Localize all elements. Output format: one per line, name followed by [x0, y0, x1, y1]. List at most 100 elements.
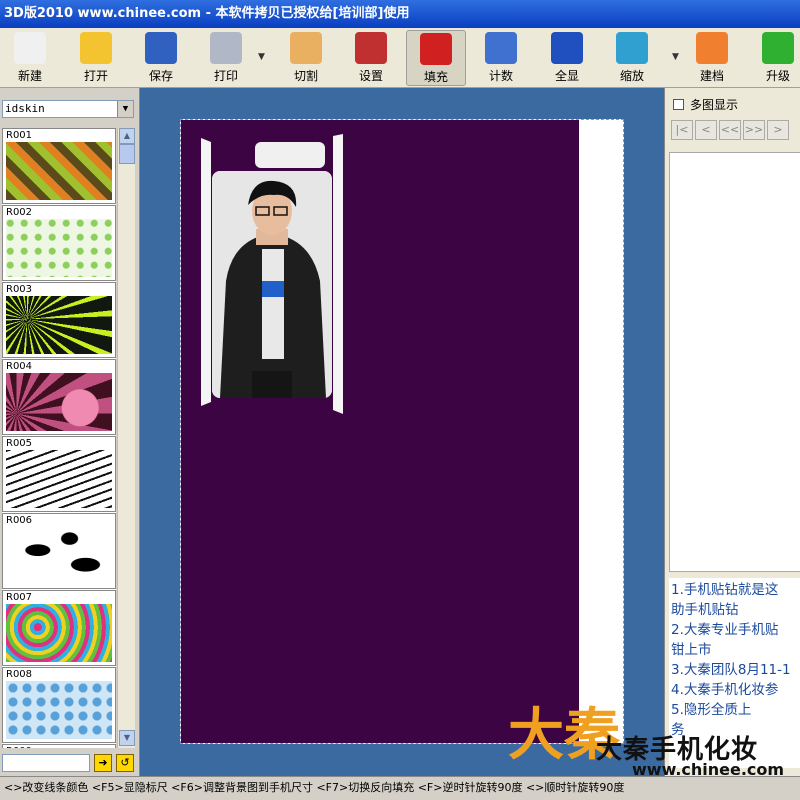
skin-select-value: idskin: [5, 102, 45, 115]
right-side-strip: [333, 134, 343, 414]
count-button[interactable]: 计数: [471, 30, 531, 86]
save-button[interactable]: 保存: [131, 30, 191, 86]
skin-thumbnail[interactable]: R009: [2, 744, 116, 748]
toolbar: 新建 打开 保存 打印 切割 设置 填充 计数 全显 缩放 建档 升级 ▼ ▼: [0, 28, 800, 88]
skin-pattern-image: [6, 219, 112, 277]
fill-button[interactable]: 填充: [406, 30, 466, 86]
refresh-icon[interactable]: ↺: [116, 754, 134, 772]
skin-thumbnail[interactable]: R006: [2, 513, 116, 589]
skin-code: R002: [5, 207, 34, 218]
print-label: 打印: [213, 69, 238, 83]
phone-sheet[interactable]: [180, 119, 624, 744]
page-nav-button[interactable]: <: [695, 120, 717, 140]
folder-icon: [80, 32, 112, 64]
settings-label: 设置: [358, 69, 383, 83]
thumbnail-scrollbar[interactable]: ▲ ▼: [117, 128, 135, 748]
skin-code: R005: [5, 438, 34, 449]
skin-thumbnail[interactable]: R008: [2, 667, 116, 743]
skin-thumbnail[interactable]: R005: [2, 436, 116, 512]
skin-pattern-image: [6, 604, 112, 662]
page-nav: |< < << >> >: [671, 120, 791, 142]
skin-code: R001: [5, 130, 34, 141]
cut-label: 切割: [293, 69, 318, 83]
preview-pane: [669, 152, 800, 572]
open-label: 打开: [83, 69, 108, 83]
skin-code: R004: [5, 361, 34, 372]
print-button[interactable]: 打印: [196, 30, 256, 86]
skin-pattern-image: [6, 527, 112, 585]
skin-select[interactable]: idskin ▼: [2, 100, 134, 118]
skin-code: R008: [5, 669, 34, 680]
upgrade-button[interactable]: 升级: [748, 30, 800, 86]
print-dropdown-icon[interactable]: ▼: [258, 52, 265, 62]
skin-code: R007: [5, 592, 34, 603]
multi-view-checkbox[interactable]: [673, 99, 684, 110]
window-title: 3D版2010 www.chinee.com - 本软件拷贝已授权给[培训部]使…: [0, 0, 800, 28]
zoom-button[interactable]: 缩放: [602, 30, 662, 86]
skin-thumbnail[interactable]: R001: [2, 128, 116, 204]
magnifier-icon: [616, 32, 648, 64]
skin-pattern-image: [6, 373, 112, 431]
news-item[interactable]: 务: [671, 722, 800, 738]
settings-button[interactable]: 设置: [341, 30, 401, 86]
news-item[interactable]: 4.大秦手机化妆参: [671, 682, 800, 698]
chart-icon: [485, 32, 517, 64]
skin-pattern-image: [6, 450, 112, 508]
right-panel: 多图显示 |< < << >> > 1.手机贴钻就是这 助手机贴钻 2.大秦专业手机贴 钳上市…: [664, 88, 800, 776]
zoom-dropdown-icon[interactable]: ▼: [672, 52, 679, 62]
skin-panel: idskin ▼ R001 R002 R003 R004 R005 R006 R007 R00…: [0, 88, 140, 776]
new-label: 新建: [17, 69, 42, 83]
skin-thumbnail[interactable]: R002: [2, 205, 116, 281]
design-canvas-area: [140, 88, 664, 776]
new-document-icon: [14, 32, 46, 64]
printer-icon: [210, 32, 242, 64]
news-item[interactable]: 5.隐形全质上: [671, 702, 800, 718]
floppy-icon: [145, 32, 177, 64]
upgrade-label: 升级: [765, 69, 790, 83]
count-label: 计数: [488, 69, 513, 83]
archive-button[interactable]: 建档: [682, 30, 742, 86]
page-nav-button[interactable]: >>: [743, 120, 765, 140]
skin-thumbnail[interactable]: R004: [2, 359, 116, 435]
fullview-label: 全显: [554, 69, 579, 83]
skin-pattern-image: [6, 681, 112, 739]
save-label: 保存: [148, 69, 173, 83]
fill-region[interactable]: [181, 120, 579, 743]
person-illustration: [212, 171, 332, 398]
chevron-down-icon[interactable]: ▼: [117, 101, 133, 117]
scroll-up-icon[interactable]: ▲: [119, 128, 135, 144]
tools-icon: [355, 32, 387, 64]
up-arrow-icon: [762, 32, 794, 64]
page-nav-button[interactable]: >: [767, 120, 789, 140]
search-input[interactable]: [2, 754, 90, 772]
news-item[interactable]: 助手机贴钻: [671, 602, 800, 618]
fill-label: 填充: [423, 70, 448, 84]
person-photo[interactable]: [212, 171, 332, 398]
news-item[interactable]: 1.手机贴钻就是这: [671, 582, 800, 598]
skin-pattern-image: [6, 296, 112, 354]
fullview-button[interactable]: 全显: [537, 30, 597, 86]
multi-view-toggle[interactable]: 多图显示: [673, 96, 738, 113]
folder-open-icon: [696, 32, 728, 64]
scroll-down-icon[interactable]: ▼: [119, 730, 135, 746]
skin-thumbnail[interactable]: R003: [2, 282, 116, 358]
skin-thumbnail[interactable]: R007: [2, 590, 116, 666]
left-bottom-bar: ➜ ↺: [0, 752, 140, 774]
skin-thumbnail-list: R001 R002 R003 R004 R005 R006 R007 R008 R009: [2, 128, 116, 748]
page-nav-button[interactable]: |<: [671, 120, 693, 140]
cut-box-icon: [290, 32, 322, 64]
status-bar: <>改变线条颜色 <F5>显隐标尺 <F6>调整背景图到手机尺寸 <F7>切换反…: [0, 776, 800, 800]
cut-button[interactable]: 切割: [276, 30, 336, 86]
skin-code: R009: [5, 746, 34, 748]
new-button[interactable]: 新建: [0, 30, 60, 86]
news-item[interactable]: 钳上市: [671, 642, 800, 658]
page-nav-button[interactable]: <<: [719, 120, 741, 140]
left-side-strip: [201, 138, 211, 406]
open-button[interactable]: 打开: [66, 30, 126, 86]
news-item[interactable]: 2.大秦专业手机贴: [671, 622, 800, 638]
scroll-thumb[interactable]: [119, 144, 135, 164]
news-item[interactable]: 3.大秦团队8月11-1: [671, 662, 800, 678]
camera-cutout: [255, 142, 325, 168]
zoom-label: 缩放: [619, 69, 644, 83]
go-arrow-icon[interactable]: ➜: [94, 754, 112, 772]
